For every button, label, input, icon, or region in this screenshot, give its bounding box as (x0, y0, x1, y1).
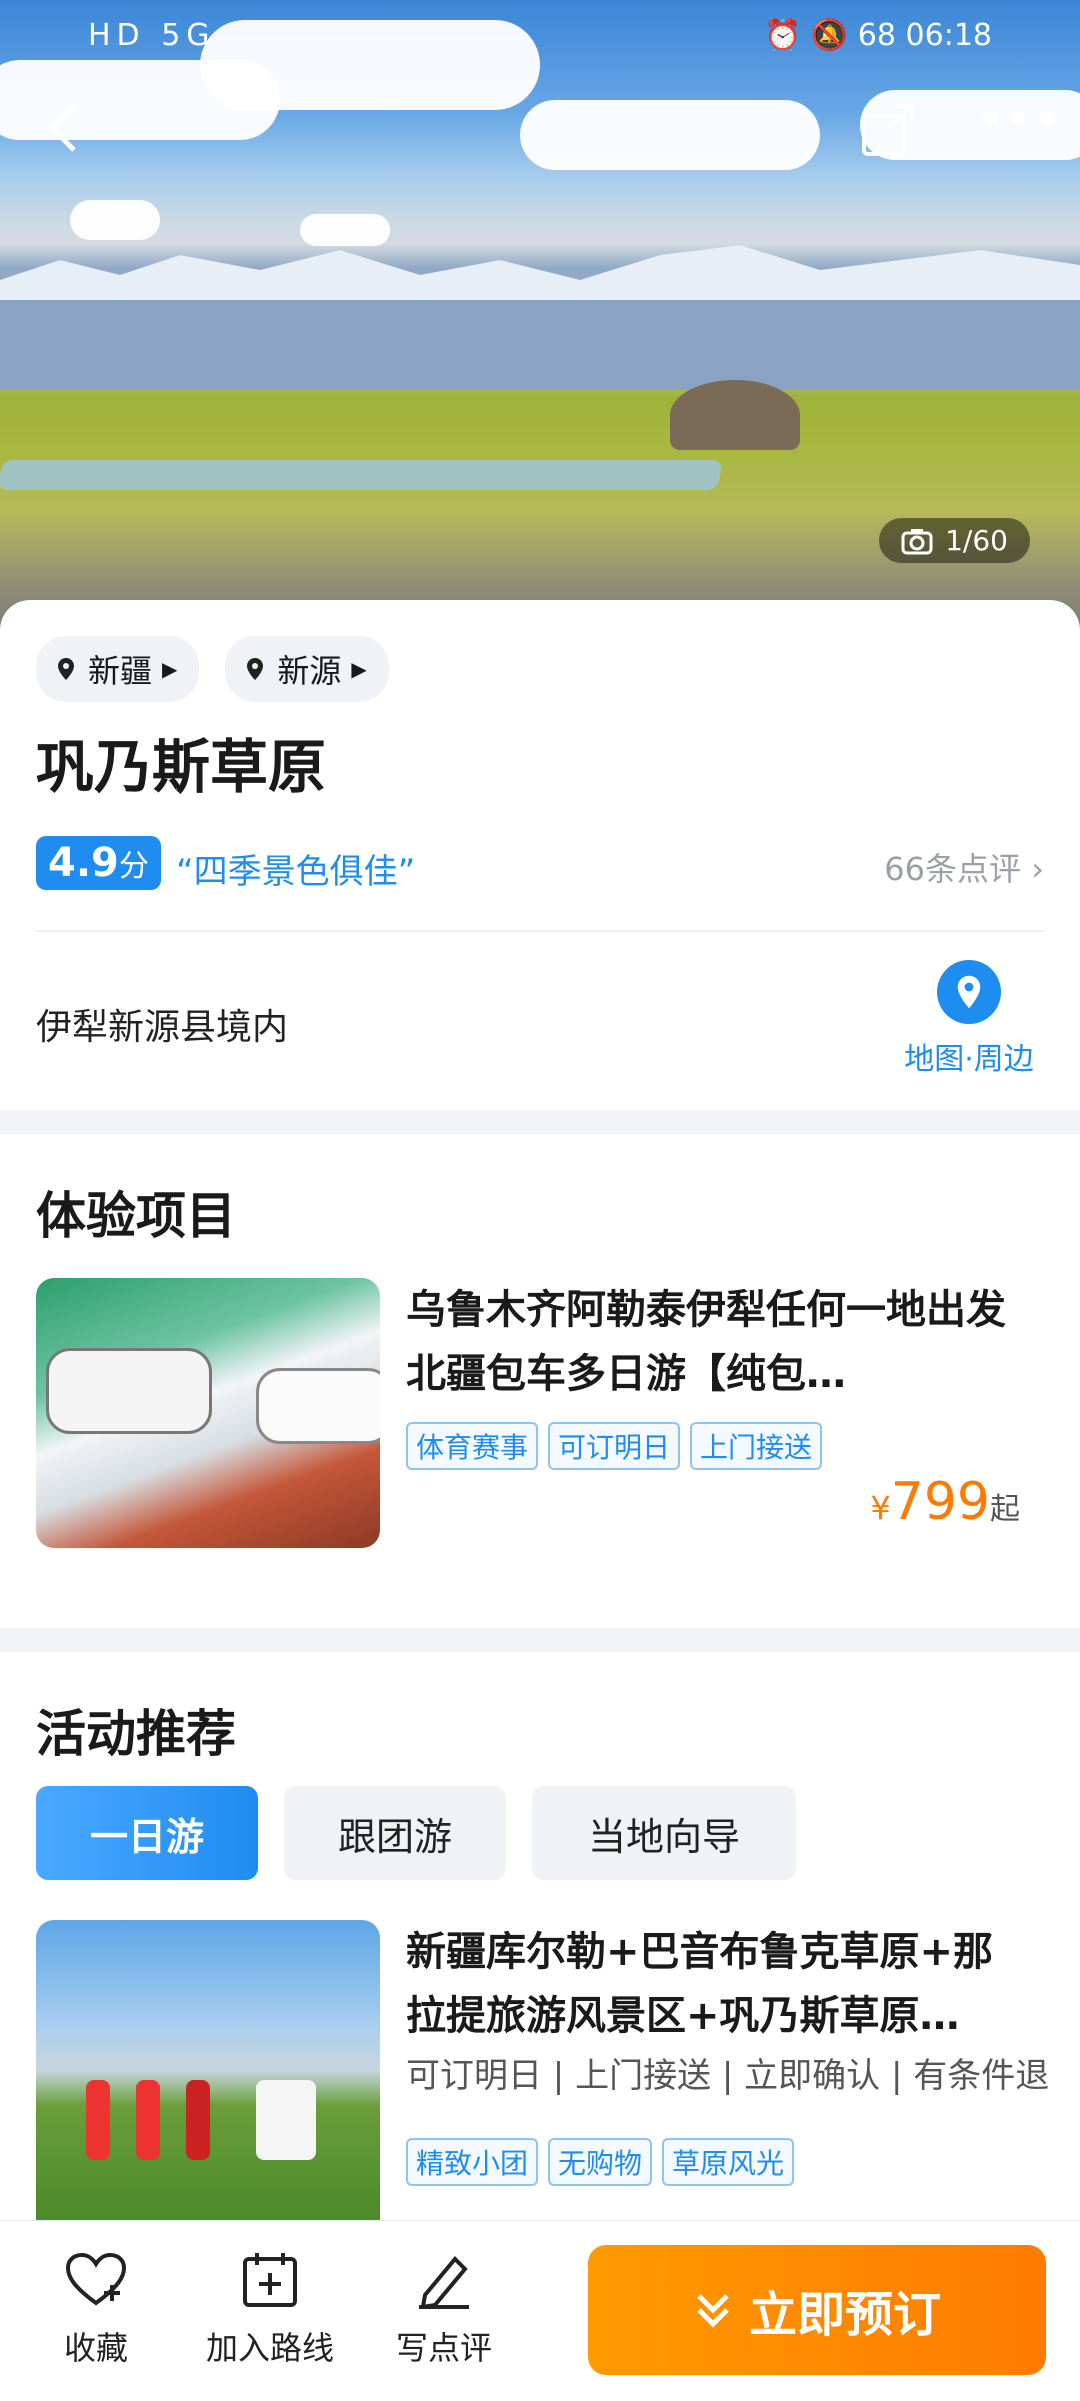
calendar-plus-icon (243, 2253, 297, 2307)
photo-count-label: 1/60 (945, 524, 1008, 557)
currency-symbol: ¥ (870, 1489, 891, 1527)
triangle-right-icon: ▶ (162, 657, 178, 681)
more-icon[interactable]: ••• (976, 92, 1061, 148)
breadcrumb-xinjiang[interactable]: 新疆 ▶ (36, 636, 200, 702)
write-review-button[interactable]: 写点评 (374, 2251, 514, 2369)
share-icon[interactable] (858, 100, 918, 170)
location-icon (247, 658, 264, 680)
person (186, 2080, 210, 2160)
experience-tags: 体育赛事 可订明日 上门接送 (406, 1422, 823, 1470)
clock: 06:18 (905, 18, 992, 53)
cloud (70, 200, 160, 240)
favorite-button[interactable]: 收藏 (26, 2251, 166, 2369)
rating-row[interactable]: 4.9分 “四季景色俱佳” 66条点评 › (36, 836, 1044, 900)
tag: 草原风光 (662, 2138, 795, 2186)
breadcrumb: 新疆 ▶ 新源 ▶ (36, 636, 389, 702)
map-pin-icon (937, 960, 1001, 1024)
signal-indicator: HD 5G (88, 18, 216, 53)
tag: 上门接送 (690, 1422, 823, 1470)
tab-group-tour[interactable]: 跟团游 (284, 1786, 506, 1880)
divider (36, 930, 1044, 932)
book-now-label: 立即预订 (748, 2287, 941, 2343)
book-now-button[interactable]: 立即预订 (588, 2245, 1046, 2375)
cloud (520, 100, 820, 170)
experience-section: 体验项目 乌鲁木齐阿勒泰伊犁任何一地出发北疆包车多日游【纯包… 体育赛事 可订明… (0, 1134, 1080, 1628)
bottom-action-bar: 收藏 加入路线 写点评 立即预订 (0, 2220, 1080, 2401)
experience-item-title[interactable]: 乌鲁木齐阿勒泰伊犁任何一地出发北疆包车多日游【纯包… (406, 1278, 1026, 1406)
tab-local-guide[interactable]: 当地向导 (532, 1786, 796, 1880)
activity-tags: 精致小团 无购物 草原风光 (406, 2138, 795, 2186)
status-bar: HD 5G ⏰ 🔕 68 06:18 (0, 18, 1080, 58)
favorite-label: 收藏 (63, 2329, 128, 2367)
experience-thumbnail[interactable] (36, 1278, 380, 1548)
person (256, 2080, 316, 2160)
score-badge: 4.9分 (36, 836, 161, 890)
activity-features: 可订明日 | 上门接送 | 立即确认 | 有条件退 (406, 2056, 1050, 2096)
tag: 可订明日 (548, 1422, 681, 1470)
breadcrumb-xinyuan[interactable]: 新源 ▶ (225, 636, 389, 702)
van-image (256, 1368, 380, 1444)
tab-day-trip[interactable]: 一日游 (36, 1786, 258, 1880)
double-chevron-down-icon (697, 2294, 729, 2328)
add-route-label: 加入路线 (205, 2329, 334, 2367)
map-nearby-button[interactable]: 地图·周边 (894, 960, 1044, 1078)
activity-thumbnail[interactable] (36, 1920, 380, 2220)
breadcrumb-label: 新疆 (88, 652, 153, 690)
activities-section: 活动推荐 一日游 跟团游 当地向导 新疆库尔勒+巴音布鲁克草原+那拉提旅游风景区… (0, 1652, 1080, 2220)
activity-tabs: 一日游 跟团游 当地向导 (36, 1786, 796, 1880)
heart-plus-icon (65, 2252, 127, 2306)
add-route-button[interactable]: 加入路线 (200, 2251, 340, 2369)
tag: 体育赛事 (406, 1422, 539, 1470)
score-value: 4.9 (48, 840, 119, 886)
score-unit: 分 (118, 849, 149, 884)
battery-level: 68 (857, 18, 896, 53)
back-icon[interactable] (44, 100, 84, 166)
photo-counter[interactable]: 1/60 (879, 518, 1030, 563)
review-count-link[interactable]: 66条点评 › (884, 844, 1044, 890)
price-value: 799 (890, 1472, 990, 1532)
address: 伊犁新源县境内 (36, 1007, 289, 1048)
activity-item-title[interactable]: 新疆库尔勒+巴音布鲁克草原+那拉提旅游风景区+巩乃斯草原… (406, 1920, 1026, 2048)
section-title: 体验项目 (36, 1187, 236, 1245)
pencil-icon (419, 2256, 469, 2309)
person (86, 2080, 110, 2160)
river (0, 460, 723, 490)
review-count: 66条点评 (884, 850, 1022, 888)
car-image (46, 1348, 212, 1434)
section-title: 活动推荐 (36, 1705, 236, 1763)
map-label: 地图·周边 (904, 1042, 1034, 1077)
write-review-label: 写点评 (395, 2329, 492, 2367)
camera-icon (901, 528, 933, 554)
tag: 精致小团 (406, 2138, 539, 2186)
experience-price: ¥799起 (870, 1472, 1020, 1532)
chevron-right-icon: › (1031, 850, 1044, 888)
attraction-info-card: 新疆 ▶ 新源 ▶ 巩乃斯草原 4.9分 “四季景色俱佳” 66条点评 › 伊犁… (0, 600, 1080, 1110)
mountain-range (0, 245, 1080, 390)
rock (670, 380, 800, 450)
hero-image[interactable]: HD 5G ⏰ 🔕 68 06:18 ••• 1/60 (0, 0, 1080, 640)
review-highlight: “四季景色俱佳” (176, 852, 416, 892)
page-title: 巩乃斯草原 (36, 733, 327, 801)
person (136, 2080, 160, 2160)
status-right: ⏰ 🔕 68 06:18 (764, 18, 992, 53)
location-icon (58, 658, 74, 680)
triangle-right-icon: ▶ (351, 657, 367, 681)
price-suffix: 起 (990, 1492, 1020, 1527)
breadcrumb-label: 新源 (277, 652, 342, 690)
tag: 无购物 (548, 2138, 653, 2186)
